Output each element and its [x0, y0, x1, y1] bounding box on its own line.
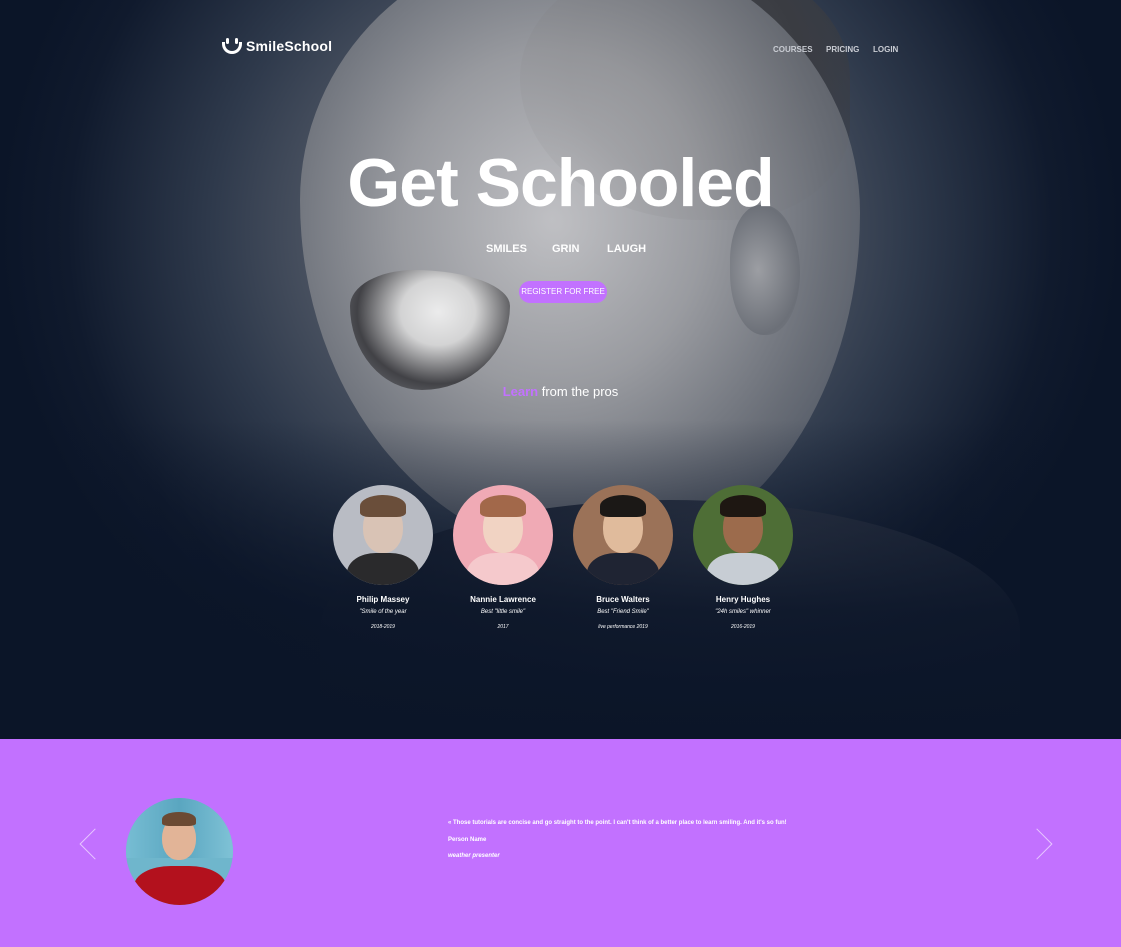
pro-award: Best "little smile": [480, 609, 526, 615]
pro-name: Henry Hughes: [715, 595, 771, 604]
pro-years: 2018-2019: [371, 624, 395, 630]
pro-card: Philip Massey "Smile of the year 2018-20…: [323, 485, 443, 630]
pro-name: Philip Massey: [356, 595, 410, 604]
logo-link[interactable]: SmileSchool: [221, 36, 332, 56]
pro-card: Bruce Walters Best "Friend Smile" live p…: [563, 485, 683, 630]
logo-text: SmileSchool: [246, 38, 333, 54]
chevron-left-icon[interactable]: [79, 828, 111, 860]
testimonial-avatar: [126, 798, 233, 905]
learn-accent: Learn: [502, 384, 539, 399]
nav-login[interactable]: LOGIN: [873, 45, 898, 54]
tag-smiles: SMILES: [486, 243, 527, 255]
pro-award: "24h smiles" whinner: [715, 609, 771, 615]
tag-grin: GRIN: [552, 243, 580, 255]
hero-image-ear: [730, 205, 800, 335]
pro-avatar: [453, 485, 553, 585]
testimonial-author: Person Name: [448, 837, 487, 843]
pro-name: Nannie Lawrence: [470, 595, 536, 604]
pro-years: live performance 2019: [598, 624, 648, 630]
pro-avatar: [333, 485, 433, 585]
testimonial-quote: « Those tutorials are concise and go str…: [448, 820, 787, 826]
pro-award: "Smile of the year: [359, 609, 407, 615]
pro-card: Henry Hughes "24h smiles" whinner 2016-2…: [683, 485, 803, 630]
learn-rest: from the pros: [538, 384, 619, 399]
pro-award: Best "Friend Smile": [597, 609, 649, 615]
smile-icon: [221, 36, 243, 56]
pro-avatar: [693, 485, 793, 585]
testimonial-section: « Those tutorials are concise and go str…: [0, 739, 1121, 947]
hero-title: Get Schooled: [347, 145, 774, 221]
pro-years: 2017: [497, 624, 509, 630]
pro-name: Bruce Walters: [596, 595, 650, 604]
pro-avatar: [573, 485, 673, 585]
learn-heading: Learn from the pros: [0, 384, 1121, 399]
chevron-right-icon[interactable]: [1021, 828, 1053, 860]
register-button[interactable]: REGISTER FOR FREE: [519, 281, 607, 303]
tag-laugh: LAUGH: [607, 243, 647, 255]
nav-courses[interactable]: COURSES: [773, 45, 813, 54]
testimonial-role: weather presenter: [448, 853, 500, 859]
pro-years: 2016-2019: [731, 624, 755, 630]
nav-pricing[interactable]: PRICING: [826, 45, 859, 54]
pro-card: Nannie Lawrence Best "little smile" 2017: [443, 485, 563, 630]
